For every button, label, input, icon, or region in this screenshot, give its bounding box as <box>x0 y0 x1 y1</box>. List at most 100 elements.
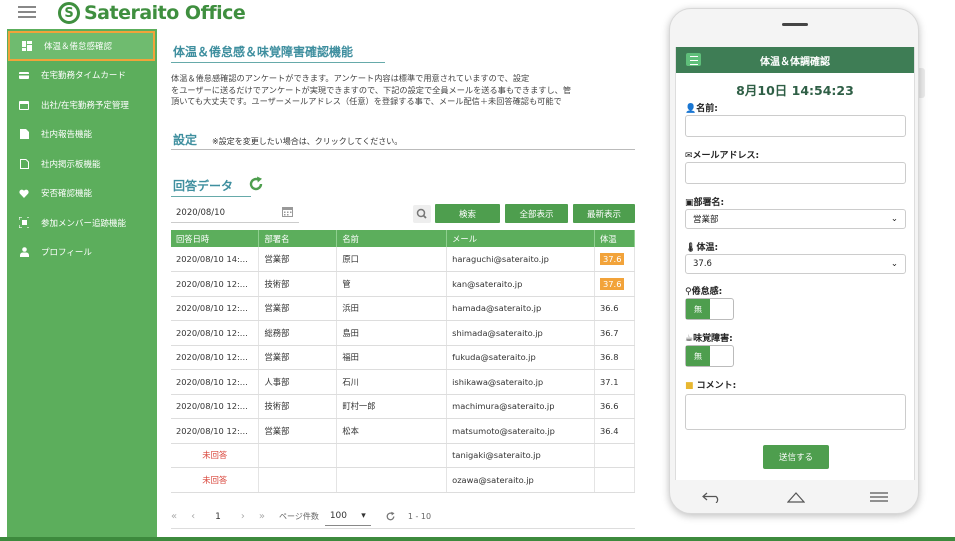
column-header[interactable]: 体温 <box>594 230 635 247</box>
answers-table: 回答日時 部署名 名前 メール 体温 2020/08/10 14:... 営業部原… <box>171 230 635 493</box>
table-cell <box>336 467 448 493</box>
folder-icon: ■ <box>685 381 694 391</box>
pagination: « ‹ 1 › » ページ件数 100 ▾ 1 - 10 <box>171 505 635 529</box>
calendar-icon <box>19 100 29 110</box>
table-row[interactable]: 2020/08/10 12:... 技術部 町村一郎 machimura@satera… <box>171 394 635 419</box>
search-icon[interactable] <box>413 205 431 223</box>
table-cell: haraguchi@sateraito.jp <box>446 247 595 272</box>
current-page[interactable]: 1 <box>215 512 221 522</box>
home-icon[interactable] <box>786 491 805 503</box>
page-bottom-border <box>0 537 955 541</box>
table-row[interactable]: 2020/08/10 12:... 総務部 島田 shimada@sateraito.… <box>171 320 635 346</box>
department-label: ▣部署名: <box>685 195 724 208</box>
show-all-button[interactable]: 全部表示 <box>505 204 568 223</box>
sidebar-item-timecard[interactable]: 在宅勤務タイムカード <box>7 61 157 91</box>
reload-icon[interactable] <box>385 511 396 522</box>
prev-page-button[interactable]: ‹ <box>191 511 195 522</box>
sidebar-item-report[interactable]: 社内報告機能 <box>7 120 157 150</box>
table-row[interactable]: 2020/08/10 12:... 営業部 福田 fukuda@sateraito.j… <box>171 345 635 370</box>
sidebar-item-label: 社内報告機能 <box>41 130 93 141</box>
taste-label: ☕味覚障害: <box>685 331 733 344</box>
table-cell: 2020/08/10 12:... <box>171 394 260 419</box>
latest-button[interactable]: 最新表示 <box>573 204 635 223</box>
sidebar-item-schedule[interactable]: 出社/在宅勤務予定管理 <box>7 90 157 120</box>
main-content: 体温＆倦怠感＆味覚障害確認機能 体温＆倦怠感確認のアンケートができます。アンケー… <box>157 29 635 537</box>
table-body: 2020/08/10 14:... 営業部 原口 haraguchi@saterait… <box>171 247 635 493</box>
department-select[interactable]: 営業部 ⌄ <box>685 209 906 229</box>
table-cell: 営業部 <box>258 345 338 370</box>
phone-title: 体温＆体調確認 <box>760 56 830 68</box>
sidebar-item-label: 出社/在宅勤務予定管理 <box>41 100 129 111</box>
table-row[interactable]: 未回答 tanigaki@sateraito.jp <box>171 443 635 468</box>
search-button[interactable]: 検索 <box>435 204 500 223</box>
first-page-button[interactable]: « <box>171 511 177 522</box>
temperature-value: 37.6 <box>693 259 712 269</box>
table-cell: 原口 <box>336 247 448 272</box>
column-header[interactable]: 回答日時 <box>171 230 260 247</box>
name-input[interactable] <box>685 115 906 137</box>
table-cell: tanigaki@sateraito.jp <box>446 443 595 468</box>
sidebar-item-safety[interactable]: 安否確認機能 <box>7 179 157 209</box>
submit-button[interactable]: 送信する <box>763 445 829 469</box>
page-size-label: ページ件数 <box>278 512 319 521</box>
date-filter-input[interactable]: 2020/08/10 <box>171 205 299 223</box>
comment-textarea[interactable] <box>685 394 906 430</box>
table-row[interactable]: 2020/08/10 12:... 人事部 石川 ishikawa@sateraito… <box>171 369 635 395</box>
temperature-select[interactable]: 37.6 ⌄ <box>685 254 906 274</box>
temperature-label: 🌡体温: <box>685 240 718 253</box>
menu-icon[interactable] <box>869 491 888 503</box>
table-cell: 人事部 <box>258 369 338 395</box>
phone-menu-icon[interactable] <box>686 53 701 66</box>
sidebar-item-temperature-check[interactable]: 体温＆倦怠感確認 <box>8 31 155 61</box>
table-cell: 浜田 <box>336 296 448 321</box>
taste-toggle[interactable]: 無 <box>685 345 734 367</box>
table-cell: 営業部 <box>258 418 338 444</box>
last-page-button[interactable]: » <box>259 511 265 522</box>
settings-divider <box>171 149 635 150</box>
column-header[interactable]: 名前 <box>336 230 448 247</box>
fatigue-label-text: 倦怠感: <box>691 287 723 297</box>
table-cell <box>336 443 448 468</box>
table-row[interactable]: 2020/08/10 12:... 営業部 浜田 hamada@sateraito.j… <box>171 296 635 321</box>
table-row[interactable]: 2020/08/10 12:... 技術部管 kan@sateraito.jp 37.… <box>171 271 635 297</box>
hamburger-menu-icon[interactable] <box>18 6 36 20</box>
table-row[interactable]: 未回答 ozawa@sateraito.jp <box>171 467 635 493</box>
temperature-label-text: 体温: <box>696 243 719 253</box>
chevron-down-icon: ▾ <box>361 511 366 521</box>
table-cell: 福田 <box>336 345 448 370</box>
email-label: ✉メールアドレス: <box>685 148 759 161</box>
settings-title[interactable]: 設定 <box>173 131 197 148</box>
settings-note: ※設定を変更したい場合は、クリックしてください。 <box>212 137 403 146</box>
table-row[interactable]: 2020/08/10 12:... 営業部 松本 matsumoto@saterait… <box>171 418 635 444</box>
calendar-icon[interactable] <box>282 206 293 217</box>
sidebar-item-tracking[interactable]: 参加メンバー追跡機能 <box>7 208 157 238</box>
page-range: 1 - 10 <box>407 512 432 521</box>
refresh-icon[interactable] <box>247 175 265 193</box>
table-cell: 2020/08/10 12:... <box>171 345 260 370</box>
department-label-text: 部署名: <box>693 198 725 208</box>
next-page-button[interactable]: › <box>241 511 245 522</box>
sidebar-item-bulletin[interactable]: 社内掲示板機能 <box>7 149 157 179</box>
document-icon <box>19 129 29 140</box>
column-header[interactable]: メール <box>446 230 595 247</box>
table-cell: 技術部 <box>258 394 338 419</box>
table-cell: fukuda@sateraito.jp <box>446 345 595 370</box>
email-input[interactable] <box>685 162 906 184</box>
table-row[interactable]: 2020/08/10 14:... 営業部 原口 haraguchi@saterait… <box>171 247 635 272</box>
table-cell: 未回答 <box>171 467 260 493</box>
table-cell <box>594 443 635 468</box>
fatigue-toggle[interactable]: 無 <box>685 298 734 320</box>
taste-label-text: 味覚障害: <box>693 334 733 344</box>
sidebar-item-profile[interactable]: プロフィール <box>7 238 157 268</box>
page-size-value: 100 <box>329 511 348 521</box>
heart-icon <box>19 188 29 198</box>
table-cell: 2020/08/10 12:... <box>171 418 260 444</box>
column-header[interactable]: 部署名 <box>258 230 338 247</box>
qr-scan-icon <box>19 217 29 229</box>
table-cell: kan@sateraito.jp <box>446 271 595 297</box>
badge-icon: ▣ <box>685 198 694 208</box>
back-icon[interactable] <box>702 491 722 503</box>
app-logo[interactable]: S Sateraito Office <box>58 0 246 26</box>
page-size-select[interactable]: 100 ▾ <box>324 508 371 526</box>
table-cell <box>258 467 338 493</box>
